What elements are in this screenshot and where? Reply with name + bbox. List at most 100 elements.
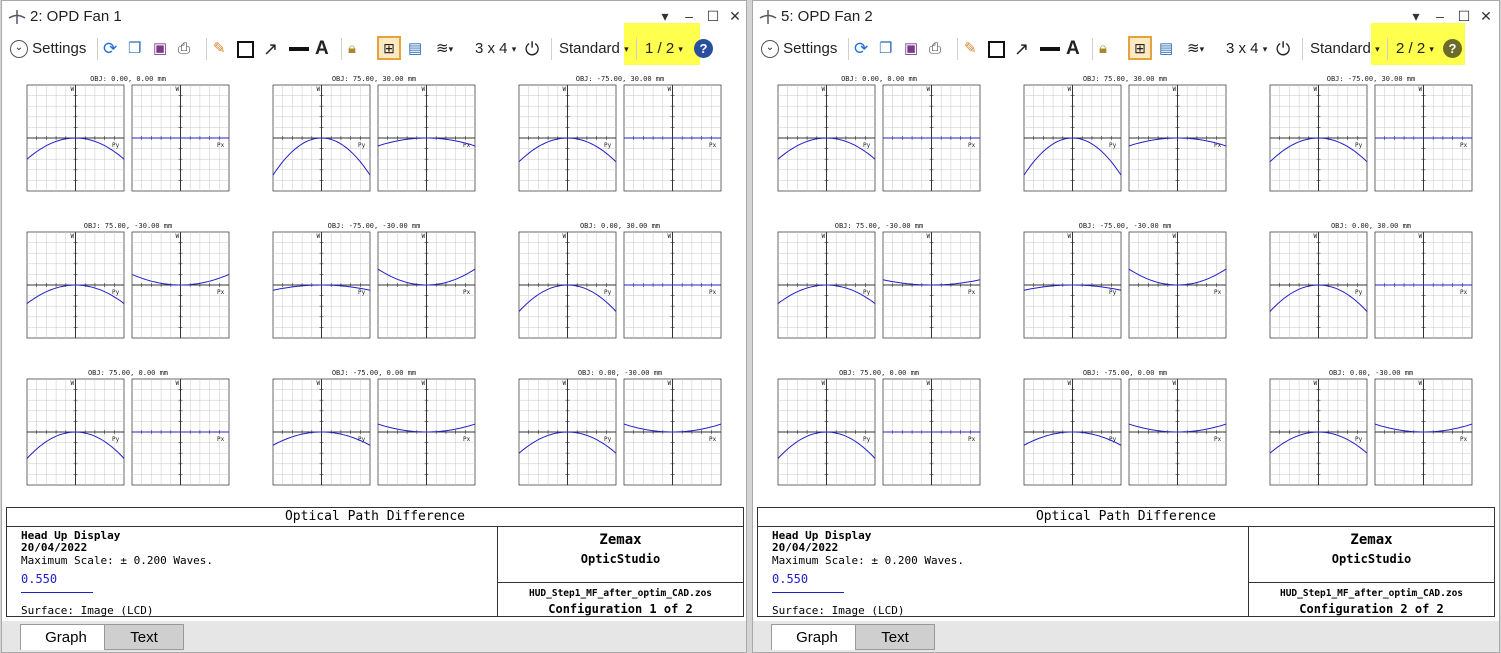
axis-label-px: Px [968,436,976,443]
layout-dropdown[interactable]: 3 x 4 ▾ [1226,37,1267,61]
scale-text: Maximum Scale: ± 0.200 Waves. [772,554,965,567]
lock-icon[interactable]: 🔒︎ [1099,37,1107,61]
axis-label-w: W [1419,233,1423,240]
fan-plot-py: WPy [272,231,371,339]
axis-label-py: Py [863,436,871,443]
copy-icon[interactable]: ❐ [128,37,141,61]
axis-label-py: Py [1355,436,1363,443]
axis-label-px: Px [463,436,471,443]
axis-label-px: Px [968,142,976,149]
fan-plot-px: WPx [131,231,230,339]
rectangle-icon[interactable] [237,37,254,61]
standard-dropdown[interactable]: Standard ▾ [559,37,629,61]
print-icon[interactable]: ⎙ [929,37,941,61]
fan-plot-py: WPy [272,84,371,192]
tab-text[interactable]: Text [855,624,935,650]
axis-label-py: Py [358,289,366,296]
fan-plot-py: WPy [777,84,876,192]
window-icon[interactable]: ▤ [1159,37,1173,61]
field-title: OBJ: 0.00, 30.00 mm [580,222,660,230]
close-icon[interactable]: ✕ [726,7,744,25]
field-title: OBJ: 75.00, 30.00 mm [1083,75,1167,83]
refresh-icon[interactable]: ⟳ [103,37,117,61]
power-icon[interactable]: ⏻ [525,37,539,61]
axis-label-w: W [563,233,567,240]
toolbar: ⌄ Settings ⟳ ❐ ▣ ⎙ ✎ ↗ A 🔒︎ ⊞ ▤ ≋▾ 3 x 4… [2,23,746,65]
fan-plot-px: WPx [882,231,981,339]
text-tool-icon[interactable]: A [315,37,329,61]
brand-zemax: Zemax [1350,532,1393,548]
arrow-icon[interactable]: ↗ [263,37,278,61]
fan-plot-py: WPy [1269,231,1368,339]
axis-label-w: W [1419,380,1423,387]
page-dropdown[interactable]: 1 / 2 ▾ [645,37,683,61]
field-title: OBJ: 0.00, 0.00 mm [841,75,917,83]
fan-plot-py: WPy [1023,378,1122,486]
tab-text[interactable]: Text [104,624,184,650]
surface-text: Surface: Image (LCD) [21,604,154,617]
fan-plot-py: WPy [777,231,876,339]
axis-label-w: W [1068,380,1072,387]
field-title: OBJ: -75.00, -30.00 mm [1079,222,1172,230]
pencil-icon[interactable]: ✎ [213,37,226,61]
fan-plot-px: WPx [1374,84,1473,192]
axis-label-w: W [1314,86,1318,93]
standard-label: Standard [559,40,620,57]
axis-label-w: W [1314,380,1318,387]
maximize-icon[interactable]: ☐ [704,7,722,25]
line-icon[interactable] [1040,37,1060,61]
refresh-icon[interactable]: ⟳ [854,37,868,61]
layers-icon[interactable]: ≋▾ [1187,37,1204,61]
tab-graph[interactable]: Graph [771,624,863,650]
wavelength-line [21,592,93,593]
print-icon[interactable]: ⎙ [178,37,190,61]
save-icon[interactable]: ▣ [904,37,918,61]
fan-plot-py: WPy [518,84,617,192]
window-icon[interactable]: ▤ [408,37,422,61]
layers-icon[interactable]: ≋▾ [436,37,453,61]
pencil-icon[interactable]: ✎ [964,37,977,61]
lock-icon[interactable]: 🔒︎ [348,37,356,61]
field-title: OBJ: 75.00, 30.00 mm [332,75,416,83]
tab-bar: Graph Text [2,621,746,652]
page-dropdown[interactable]: 2 / 2 ▾ [1396,37,1434,61]
axis-label-w: W [317,86,321,93]
layout-label: 3 x 4 [475,40,508,57]
grid-icon[interactable]: ⊞ [1128,36,1152,60]
arrow-icon[interactable]: ↗ [1014,37,1029,61]
field-title: OBJ: 0.00, 0.00 mm [90,75,166,83]
footer-brand-panel: Zemax OpticStudio HUD_Step1_MF_after_opt… [1248,526,1494,616]
axis-label-px: Px [1460,142,1468,149]
rectangle-icon[interactable] [988,37,1005,61]
chevron-down-circle-icon: ⌄ [761,40,779,59]
fan-plot-px: WPx [1128,84,1227,192]
tab-graph[interactable]: Graph [20,624,112,650]
power-icon[interactable]: ⏻ [1276,37,1290,61]
opd-fan-plot-area: OBJ: 0.00, 0.00 mm W Py W Px OBJ: 75.00, 30.0… [757,71,1495,505]
text-tool-icon[interactable]: A [1066,37,1080,61]
help-icon[interactable]: ? [694,39,713,58]
grid-icon[interactable]: ⊞ [377,36,401,60]
axis-label-py: Py [1109,142,1117,149]
settings-button[interactable]: ⌄ Settings [761,37,837,61]
toolbar: ⌄ Settings ⟳ ❐ ▣ ⎙ ✎ ↗ A 🔒︎ ⊞ ▤ ≋▾ 3 x 4… [753,23,1499,65]
axis-label-w: W [927,233,931,240]
close-icon[interactable]: ✕ [1477,7,1495,25]
standard-dropdown[interactable]: Standard ▾ [1310,37,1380,61]
layout-dropdown[interactable]: 3 x 4 ▾ [475,37,516,61]
fan-plot-py: WPy [272,378,371,486]
settings-label: Settings [783,40,838,57]
fan-plot-px: WPx [623,84,722,192]
opd-fan-window-1: 2: OPD Fan 1 ▾ – ☐ ✕ ⌄ Settings ⟳ ❐ ▣ ⎙ … [1,0,747,653]
copy-icon[interactable]: ❐ [879,37,892,61]
line-icon[interactable] [289,37,309,61]
axis-label-w: W [176,380,180,387]
save-icon[interactable]: ▣ [153,37,167,61]
field-title: OBJ: 75.00, 0.00 mm [839,369,919,377]
axis-label-px: Px [217,289,225,296]
help-icon[interactable]: ? [1443,39,1462,58]
settings-button[interactable]: ⌄ Settings [10,37,86,61]
axis-label-w: W [422,86,426,93]
field-title: OBJ: -75.00, 30.00 mm [1327,75,1416,83]
fan-plot-py: WPy [1023,84,1122,192]
